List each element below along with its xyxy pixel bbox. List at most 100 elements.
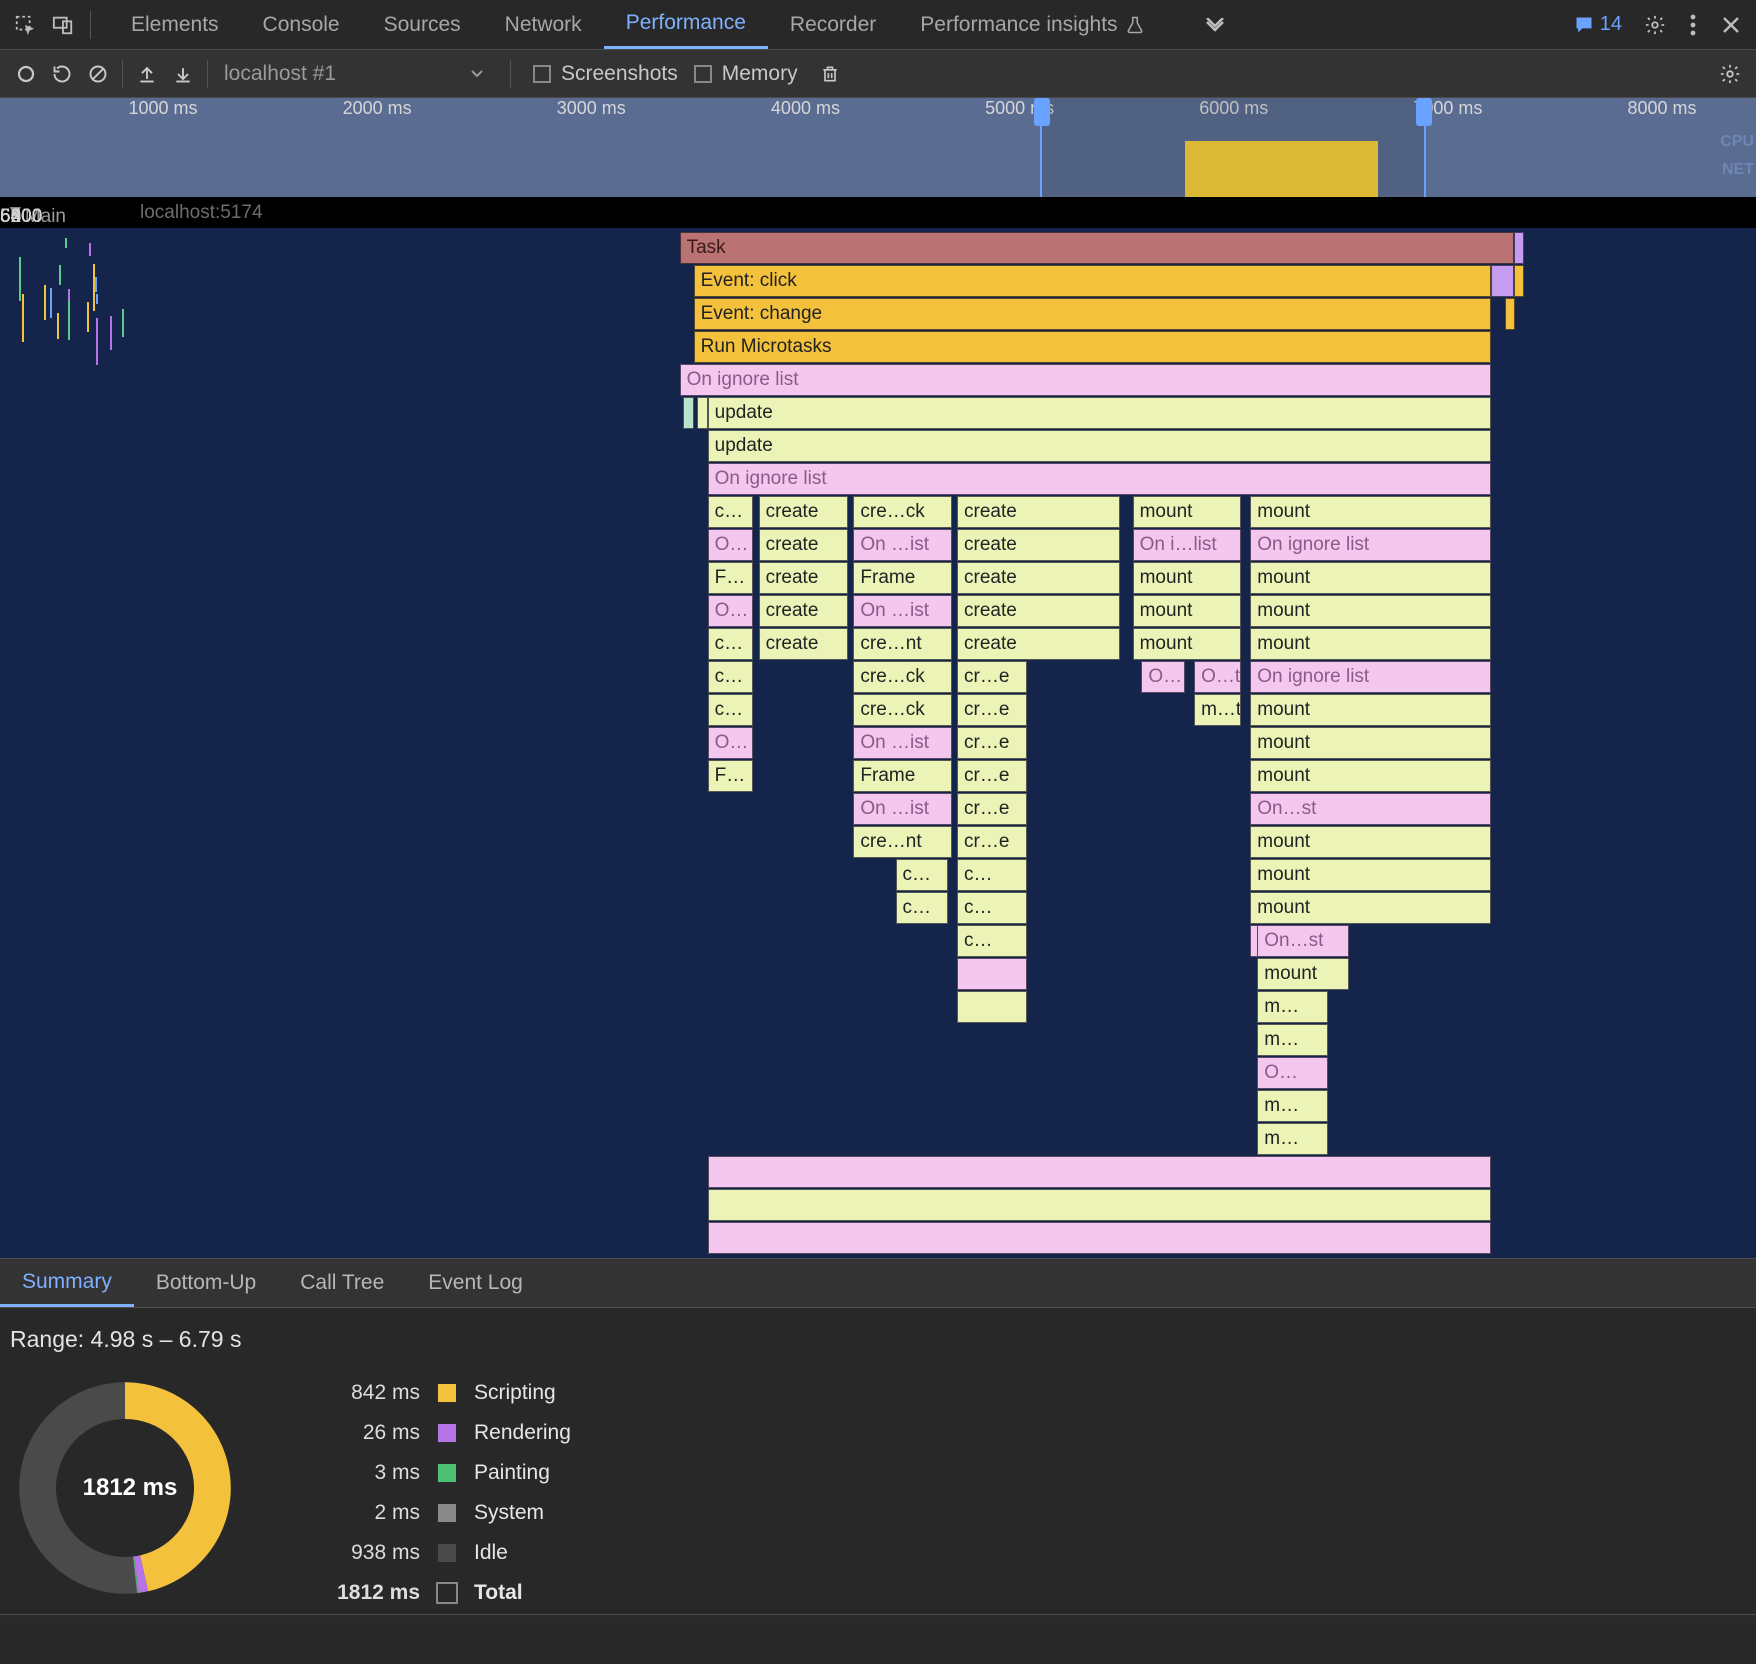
flame-bar[interactable]: On …ist xyxy=(853,727,951,759)
flame-bar[interactable]: c… xyxy=(957,925,1027,957)
screenshots-checkbox[interactable]: Screenshots xyxy=(533,62,678,86)
tab-performance[interactable]: Performance xyxy=(604,0,768,49)
flame-bar[interactable] xyxy=(708,1189,1491,1221)
flame-bar[interactable]: cre…nt xyxy=(853,826,951,858)
flame-bar[interactable]: cre…ck xyxy=(853,496,951,528)
kebab-menu-icon[interactable] xyxy=(1674,6,1712,44)
flame-bar[interactable]: On…st xyxy=(1257,925,1348,957)
flame-bar[interactable]: O… xyxy=(1257,1057,1327,1089)
flame-bar[interactable]: c… xyxy=(708,628,754,660)
flame-bar[interactable]: c… xyxy=(708,661,754,693)
flame-bar[interactable]: Event: click xyxy=(694,265,1491,297)
flame-bar[interactable] xyxy=(1505,298,1516,330)
flame-bar[interactable]: m… xyxy=(1257,1090,1327,1122)
record-button[interactable] xyxy=(8,56,44,92)
reload-record-button[interactable] xyxy=(44,56,80,92)
flame-bar[interactable]: F… xyxy=(708,760,754,792)
flame-bar[interactable]: cr…e xyxy=(957,694,1027,726)
tab-bottom-up[interactable]: Bottom-Up xyxy=(134,1259,278,1307)
flame-bar[interactable]: On i…list xyxy=(1133,529,1242,561)
flame-bar[interactable]: mount xyxy=(1133,628,1242,660)
flame-bar[interactable]: mount xyxy=(1257,958,1348,990)
flame-bar[interactable]: create xyxy=(957,529,1120,561)
flame-bar[interactable]: mount xyxy=(1250,628,1491,660)
flame-bar[interactable]: On ignore list xyxy=(1250,529,1491,561)
flame-bar[interactable]: O…t xyxy=(1194,661,1241,693)
flame-bar[interactable]: mount xyxy=(1250,496,1491,528)
tab-console[interactable]: Console xyxy=(241,0,362,49)
flame-bar[interactable]: On …ist xyxy=(853,529,951,561)
tab-call-tree[interactable]: Call Tree xyxy=(278,1259,406,1307)
flame-bar[interactable] xyxy=(697,397,708,429)
flame-bar[interactable] xyxy=(1491,265,1514,297)
flame-bar[interactable]: mount xyxy=(1250,694,1491,726)
flame-bar[interactable]: create xyxy=(759,496,849,528)
gear-icon[interactable] xyxy=(1636,6,1674,44)
flame-bar[interactable]: create xyxy=(759,595,849,627)
more-tabs-icon[interactable] xyxy=(1196,6,1234,44)
flame-bar[interactable] xyxy=(1514,232,1525,264)
flame-bar[interactable]: create xyxy=(759,529,849,561)
flame-bar[interactable]: create xyxy=(957,595,1120,627)
flame-bar[interactable]: O… xyxy=(708,595,754,627)
inspect-element-icon[interactable] xyxy=(6,6,44,44)
garbage-collect-button[interactable] xyxy=(812,56,848,92)
flame-bar[interactable] xyxy=(1514,265,1525,297)
flame-bar[interactable]: c… xyxy=(957,859,1027,891)
flame-bar[interactable]: mount xyxy=(1133,496,1242,528)
flame-bar[interactable]: On …ist xyxy=(853,793,951,825)
flame-bar[interactable]: mount xyxy=(1250,892,1491,924)
flame-bar[interactable]: O… xyxy=(708,529,754,561)
tab-summary[interactable]: Summary xyxy=(0,1259,134,1307)
flame-bar[interactable]: create xyxy=(957,628,1120,660)
tab-elements[interactable]: Elements xyxy=(109,0,241,49)
flame-bar[interactable]: On ignore list xyxy=(708,463,1491,495)
flame-bar[interactable]: mount xyxy=(1250,760,1491,792)
profile-select[interactable]: localhost #1 xyxy=(214,62,504,86)
flame-bar[interactable]: mount xyxy=(1250,859,1491,891)
flame-bar[interactable] xyxy=(957,958,1027,990)
flame-bar[interactable]: update xyxy=(708,430,1491,462)
flame-bar[interactable]: F… xyxy=(708,562,754,594)
capture-settings-gear-icon[interactable] xyxy=(1712,56,1748,92)
flame-bar[interactable]: update xyxy=(708,397,1491,429)
flame-bar[interactable]: cr…e xyxy=(957,661,1027,693)
flame-bar[interactable]: Event: change xyxy=(694,298,1491,330)
tab-sources[interactable]: Sources xyxy=(362,0,483,49)
flame-bar[interactable]: On ignore list xyxy=(680,364,1491,396)
selection-handle-left[interactable] xyxy=(1034,98,1050,126)
device-toggle-icon[interactable] xyxy=(44,6,82,44)
flame-bar[interactable]: On …ist xyxy=(853,595,951,627)
flame-bar[interactable]: Task xyxy=(680,232,1514,264)
flame-bar[interactable]: On ignore list xyxy=(1250,661,1491,693)
flame-bar[interactable]: mount xyxy=(1250,562,1491,594)
clear-button[interactable] xyxy=(80,56,116,92)
flame-bar[interactable]: m… xyxy=(1257,991,1327,1023)
flame-bar[interactable]: c… xyxy=(957,892,1027,924)
flame-bar[interactable] xyxy=(683,397,694,429)
flame-bar[interactable]: m… xyxy=(1257,1123,1327,1155)
flame-bar[interactable]: cr…e xyxy=(957,793,1027,825)
flame-bar[interactable]: mount xyxy=(1250,826,1491,858)
flame-bar[interactable]: create xyxy=(759,562,849,594)
flame-bar[interactable] xyxy=(708,1156,1491,1188)
flame-bar[interactable]: cre…ck xyxy=(853,661,951,693)
flame-bar[interactable]: c… xyxy=(708,694,754,726)
flame-bar[interactable]: cr…e xyxy=(957,826,1027,858)
download-profile-button[interactable] xyxy=(165,56,201,92)
selection-handle-right[interactable] xyxy=(1416,98,1432,126)
flame-bar[interactable]: O… xyxy=(708,727,754,759)
flame-bar[interactable]: cre…nt xyxy=(853,628,951,660)
tab-event-log[interactable]: Event Log xyxy=(406,1259,545,1307)
flame-bar[interactable]: c… xyxy=(896,892,949,924)
tab-perf-insights[interactable]: Performance insights xyxy=(898,0,1165,49)
flame-bar[interactable]: On…st xyxy=(1250,793,1491,825)
flame-bar[interactable] xyxy=(708,1222,1491,1254)
flame-chart[interactable]: TaskEvent: clickEvent: changeRun Microta… xyxy=(0,228,1756,1258)
console-messages-badge[interactable]: 14 xyxy=(1574,13,1622,36)
flame-bar[interactable]: m…t xyxy=(1194,694,1241,726)
flame-bar[interactable]: O… xyxy=(1141,661,1185,693)
flame-bar[interactable]: mount xyxy=(1250,727,1491,759)
tab-recorder[interactable]: Recorder xyxy=(768,0,898,49)
flame-bar[interactable]: Run Microtasks xyxy=(694,331,1491,363)
